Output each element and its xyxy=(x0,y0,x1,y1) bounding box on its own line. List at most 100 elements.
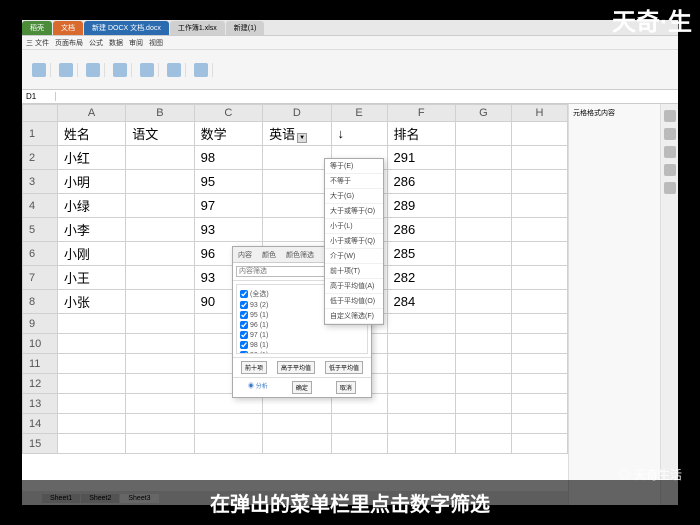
row-header[interactable]: 5 xyxy=(23,218,58,242)
number-icon[interactable] xyxy=(113,63,127,77)
row-header[interactable]: 12 xyxy=(23,374,58,394)
cell[interactable]: 语文 xyxy=(126,122,194,146)
cell[interactable] xyxy=(455,146,511,170)
cell[interactable] xyxy=(126,146,194,170)
row-header[interactable]: 13 xyxy=(23,394,58,414)
tool-icon[interactable] xyxy=(664,182,676,194)
row-header[interactable]: 1 xyxy=(23,122,58,146)
edit-icon[interactable] xyxy=(194,63,208,77)
cell[interactable] xyxy=(263,146,331,170)
cell[interactable] xyxy=(455,290,511,314)
col-header[interactable]: B xyxy=(126,105,194,122)
cell[interactable]: 97 xyxy=(194,194,262,218)
filter-checkbox[interactable] xyxy=(240,351,248,354)
cell[interactable] xyxy=(455,122,511,146)
cell[interactable] xyxy=(511,290,567,314)
cell[interactable]: 小刚 xyxy=(57,242,125,266)
filter-button[interactable]: 低于平均值 xyxy=(325,361,363,374)
font-icon[interactable] xyxy=(59,63,73,77)
filter-dropdown-icon[interactable]: ▼ xyxy=(297,133,307,143)
row-header[interactable]: 15 xyxy=(23,434,58,454)
paste-icon[interactable] xyxy=(32,63,46,77)
tool-icon[interactable] xyxy=(664,164,676,176)
row-header[interactable]: 9 xyxy=(23,314,58,334)
cell[interactable]: 小红 xyxy=(57,146,125,170)
cell[interactable] xyxy=(263,218,331,242)
row-header[interactable]: 6 xyxy=(23,242,58,266)
cell[interactable]: 291 xyxy=(387,146,455,170)
row-header[interactable]: 3 xyxy=(23,170,58,194)
cell-icon[interactable] xyxy=(167,63,181,77)
ok-button[interactable]: 确定 xyxy=(292,381,312,394)
cell[interactable]: ↓ xyxy=(331,122,387,146)
cancel-button[interactable]: 取消 xyxy=(336,381,356,394)
col-header[interactable]: A xyxy=(57,105,125,122)
cell[interactable] xyxy=(511,242,567,266)
cell[interactable] xyxy=(126,290,194,314)
cell[interactable]: 小张 xyxy=(57,290,125,314)
cell[interactable]: 数学 xyxy=(194,122,262,146)
cell[interactable]: 小李 xyxy=(57,218,125,242)
tab-item[interactable]: 新建 DOCX 文档.docx xyxy=(84,21,169,35)
filter-check-item[interactable]: 98 (1) xyxy=(240,340,364,350)
menu-item[interactable]: 三 文件 xyxy=(26,38,49,48)
filter-tab[interactable]: 内容 xyxy=(233,249,257,261)
filter-checkbox[interactable] xyxy=(240,331,248,339)
cell[interactable] xyxy=(511,146,567,170)
style-icon[interactable] xyxy=(140,63,154,77)
context-menu-item[interactable]: 大于或等于(O) xyxy=(325,204,383,219)
cell[interactable]: 284 xyxy=(387,290,455,314)
filter-checkbox[interactable] xyxy=(240,290,248,298)
col-header[interactable]: H xyxy=(511,105,567,122)
cell[interactable] xyxy=(455,194,511,218)
cell[interactable] xyxy=(455,266,511,290)
col-header[interactable]: C xyxy=(194,105,262,122)
tab-item[interactable]: 工作簿1.xlsx xyxy=(170,21,225,35)
cell[interactable] xyxy=(511,170,567,194)
context-menu-item[interactable]: 前十项(T) xyxy=(325,264,383,279)
row-header[interactable]: 4 xyxy=(23,194,58,218)
context-menu-item[interactable]: 等于(E) xyxy=(325,159,383,174)
cell[interactable]: 排名 xyxy=(387,122,455,146)
row-header[interactable]: 10 xyxy=(23,334,58,354)
context-menu-item[interactable]: 高于平均值(A) xyxy=(325,279,383,294)
cell[interactable]: 282 xyxy=(387,266,455,290)
cell[interactable] xyxy=(263,170,331,194)
tab-item[interactable]: 稻壳 xyxy=(22,21,52,35)
menu-item[interactable]: 审阅 xyxy=(129,38,143,48)
cell[interactable] xyxy=(263,194,331,218)
row-header[interactable]: 14 xyxy=(23,414,58,434)
context-menu-item[interactable]: 大于(G) xyxy=(325,189,383,204)
cell[interactable]: 285 xyxy=(387,242,455,266)
col-header[interactable]: D xyxy=(263,105,331,122)
context-menu-item[interactable]: 低于平均值(O) xyxy=(325,294,383,309)
cell[interactable]: 姓名 xyxy=(57,122,125,146)
context-menu-item[interactable]: 自定义筛选(F) xyxy=(325,309,383,324)
cell[interactable] xyxy=(455,218,511,242)
tab-item[interactable]: 文档 xyxy=(53,21,83,35)
cell[interactable]: 93 xyxy=(194,218,262,242)
tool-icon[interactable] xyxy=(664,128,676,140)
select-all[interactable] xyxy=(23,105,58,122)
filter-checkbox[interactable] xyxy=(240,341,248,349)
menu-item[interactable]: 数据 xyxy=(109,38,123,48)
cell[interactable] xyxy=(511,266,567,290)
filter-check-item[interactable]: 90 (1) xyxy=(240,350,364,354)
context-menu-item[interactable]: 介于(W) xyxy=(325,249,383,264)
cell[interactable]: 小绿 xyxy=(57,194,125,218)
filter-tab[interactable]: 颜色筛选 xyxy=(281,249,319,261)
filter-check-item[interactable]: 97 (1) xyxy=(240,330,364,340)
cell[interactable]: 95 xyxy=(194,170,262,194)
tool-icon[interactable] xyxy=(664,146,676,158)
row-header[interactable]: 11 xyxy=(23,354,58,374)
row-header[interactable]: 2 xyxy=(23,146,58,170)
context-menu-item[interactable]: 小于(L) xyxy=(325,219,383,234)
align-icon[interactable] xyxy=(86,63,100,77)
cell[interactable] xyxy=(126,194,194,218)
cell[interactable]: 英语▼ xyxy=(263,122,331,146)
tab-item[interactable]: 新建(1) xyxy=(226,21,265,35)
col-header[interactable]: G xyxy=(455,105,511,122)
filter-checkbox[interactable] xyxy=(240,311,248,319)
cell[interactable] xyxy=(511,122,567,146)
tool-icon[interactable] xyxy=(664,110,676,122)
